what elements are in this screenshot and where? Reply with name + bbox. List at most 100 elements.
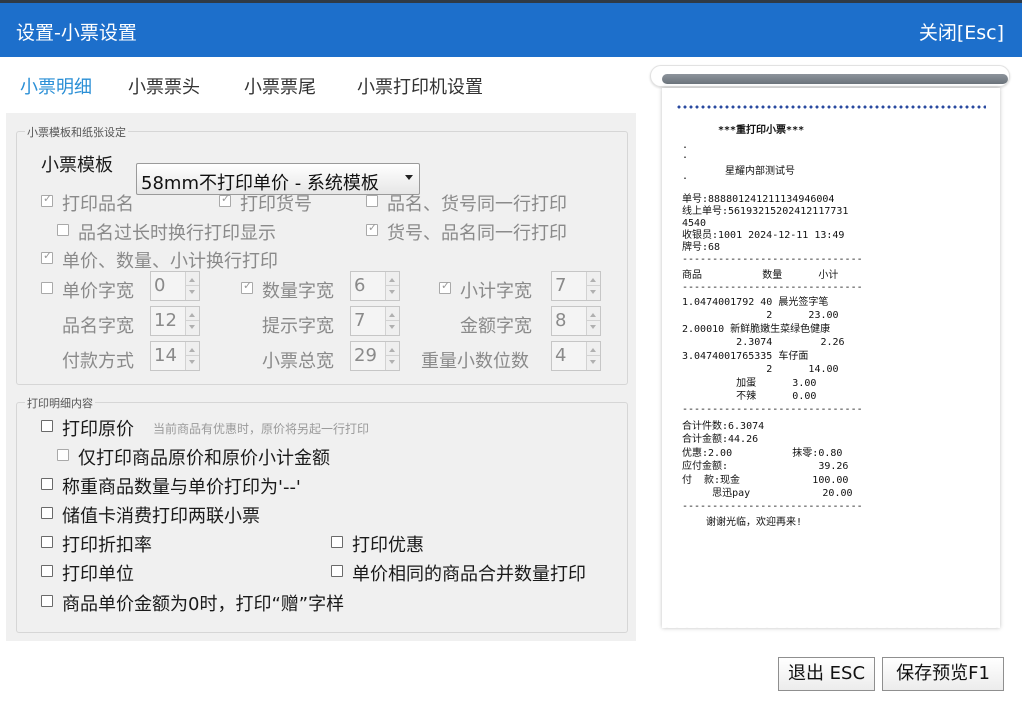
hint-width-label: 提示字宽	[262, 316, 334, 337]
print-discount-rate-checkbox[interactable]	[41, 536, 53, 548]
payment-method-stepper[interactable]: 14	[150, 341, 200, 371]
spin-down-icon	[590, 360, 596, 364]
receipt-separator: ------------------------------	[682, 254, 863, 265]
print-discount-label: 打印优惠	[352, 535, 424, 556]
only-original-price-checkbox[interactable]	[57, 449, 69, 461]
payment-method-spin-buttons[interactable]	[185, 342, 199, 370]
close-button[interactable]: 关闭[Esc]	[919, 18, 1004, 45]
print-original-price-checkbox[interactable]	[41, 420, 53, 432]
receipt-total-line: 应付金额: 39.26	[682, 461, 849, 472]
spin-up-icon	[590, 278, 596, 282]
amount-width-stepper[interactable]: 8	[551, 306, 601, 336]
print-detail-group: 打印明细内容 打印原价 当前商品有优惠时，原价将另起一行打印 仅打印商品原价和原…	[16, 395, 628, 633]
name-code-same-line-label: 品名、货号同一行打印	[387, 194, 567, 215]
receipt-paper: ***重打印小票*** . . 星耀内部测试号 . 单号:88880124121…	[662, 88, 1000, 628]
spin-down-icon	[389, 290, 395, 294]
print-unit-checkbox[interactable]	[41, 565, 53, 577]
name-width-value: 12	[154, 310, 177, 331]
receipt-total-width-value: 29	[354, 345, 377, 366]
spin-down-icon	[189, 290, 195, 294]
hint-width-spin-buttons[interactable]	[385, 307, 399, 335]
weight-decimals-stepper[interactable]: 4	[551, 341, 601, 371]
receipt-roll	[650, 65, 1010, 87]
spin-divider	[186, 285, 199, 286]
code-name-same-line-checkbox[interactable]	[366, 221, 378, 236]
subtotal-width-spin-buttons[interactable]	[586, 272, 600, 300]
price-width-spin-buttons[interactable]	[185, 272, 199, 300]
weight-decimals-label: 重量小数位数	[421, 351, 529, 372]
price-width-value: 0	[154, 275, 166, 296]
amount-width-spin-buttons[interactable]	[586, 307, 600, 335]
spin-up-icon	[590, 313, 596, 317]
receipt-total-line: 合计金额:44.26	[682, 434, 759, 445]
spin-down-icon	[189, 325, 195, 329]
receipt-total-line: 思迅pay 20.00	[682, 488, 853, 499]
chevron-down-icon	[405, 175, 413, 180]
qty-width-checkbox[interactable]	[241, 279, 253, 294]
weight-decimals-spin-buttons[interactable]	[586, 342, 600, 370]
receipt-item-line: 2.00010 新鲜脆嫩生菜绿色健康	[682, 324, 831, 335]
print-name-checkbox[interactable]	[41, 192, 53, 207]
stored-value-two-copies-checkbox[interactable]	[41, 507, 53, 519]
receipt-total-line: 付 款:现金 100.00	[682, 475, 849, 486]
hint-width-stepper[interactable]: 7	[350, 306, 400, 336]
receipt-separator: ------------------------------	[682, 282, 863, 293]
receipt-total-width-spin-buttons[interactable]	[385, 342, 399, 370]
spin-divider	[587, 355, 600, 356]
name-code-same-line-checkbox[interactable]	[366, 195, 378, 207]
qty-width-spin-buttons[interactable]	[385, 272, 399, 300]
save-preview-button[interactable]: 保存预览F1	[882, 657, 1004, 691]
code-name-same-line-label: 货号、品名同一行打印	[387, 223, 567, 244]
tab-receipt-footer[interactable]: 小票票尾	[244, 73, 316, 99]
print-discount-checkbox[interactable]	[331, 536, 343, 548]
receipt-preview: ***重打印小票*** . . 星耀内部测试号 . 单号:88880124121…	[648, 62, 1014, 642]
price-width-stepper[interactable]: 0	[150, 271, 200, 301]
subtotal-width-label: 小计字宽	[460, 281, 532, 302]
receipt-meta-line: 收银员:1001 2024-12-11 13:49	[682, 230, 845, 241]
receipt-meta-line: 单号:888801241211134946004	[682, 194, 835, 205]
weight-decimals-value: 4	[555, 345, 567, 366]
qty-width-label: 数量字宽	[262, 281, 334, 302]
price-qty-subtotal-wrap-label: 单价、数量、小计换行打印	[62, 251, 278, 272]
print-unit-label: 打印单位	[62, 564, 134, 585]
name-width-stepper[interactable]: 12	[150, 306, 200, 336]
name-wrap-checkbox[interactable]	[57, 224, 69, 236]
title-bar-top-line	[0, 0, 1022, 3]
spin-up-icon	[389, 278, 395, 282]
spin-up-icon	[389, 348, 395, 352]
subtotal-width-checkbox[interactable]	[439, 279, 451, 294]
print-discount-rate-label: 打印折扣率	[62, 535, 152, 556]
print-code-checkbox[interactable]	[219, 192, 231, 207]
price-width-checkbox[interactable]	[41, 282, 53, 294]
subtotal-width-stepper[interactable]: 7	[551, 271, 601, 301]
print-code-label: 打印货号	[240, 194, 312, 215]
receipt-total-width-label: 小票总宽	[262, 351, 334, 372]
spin-divider	[186, 320, 199, 321]
amount-width-value: 8	[555, 310, 567, 331]
price-qty-subtotal-wrap-checkbox[interactable]	[41, 249, 53, 264]
weighing-dash-checkbox[interactable]	[41, 478, 53, 490]
name-width-spin-buttons[interactable]	[185, 307, 199, 335]
receipt-meta-line: 牌号:68	[682, 242, 721, 253]
receipt-meta-line: 线上单号:5619321520241211773​1	[682, 206, 849, 217]
weighing-dash-label: 称重商品数量与单价打印为'--'	[62, 477, 301, 498]
qty-width-stepper[interactable]: 6	[350, 271, 400, 301]
tab-printer-settings[interactable]: 小票打印机设置	[357, 73, 483, 99]
print-detail-group-title: 打印明细内容	[25, 395, 95, 411]
spin-divider	[587, 285, 600, 286]
zero-price-gift-label: 商品单价金额为0时，打印“赠”字样	[62, 594, 345, 615]
title-bar: 设置-小票设置 关闭[Esc]	[0, 0, 1022, 57]
payment-method-value: 14	[154, 345, 177, 366]
name-width-label: 品名字宽	[62, 316, 134, 337]
zero-price-gift-checkbox[interactable]	[41, 595, 53, 607]
receipt-roll-bar	[662, 74, 1008, 84]
print-original-price-label: 打印原价	[62, 419, 134, 440]
receipt-total-width-stepper[interactable]: 29	[350, 341, 400, 371]
only-original-price-label: 仅打印商品原价和原价小计金额	[78, 448, 330, 469]
receipt-item-line: 2 14.00	[682, 364, 839, 375]
tab-receipt-detail[interactable]: 小票明细	[20, 73, 92, 99]
tab-receipt-header[interactable]: 小票票头	[128, 73, 200, 99]
exit-button[interactable]: 退出 ESC	[778, 657, 875, 691]
receipt-total-line: 优惠:2.00 抹零:0.80	[682, 448, 843, 459]
merge-same-price-checkbox[interactable]	[331, 565, 343, 577]
